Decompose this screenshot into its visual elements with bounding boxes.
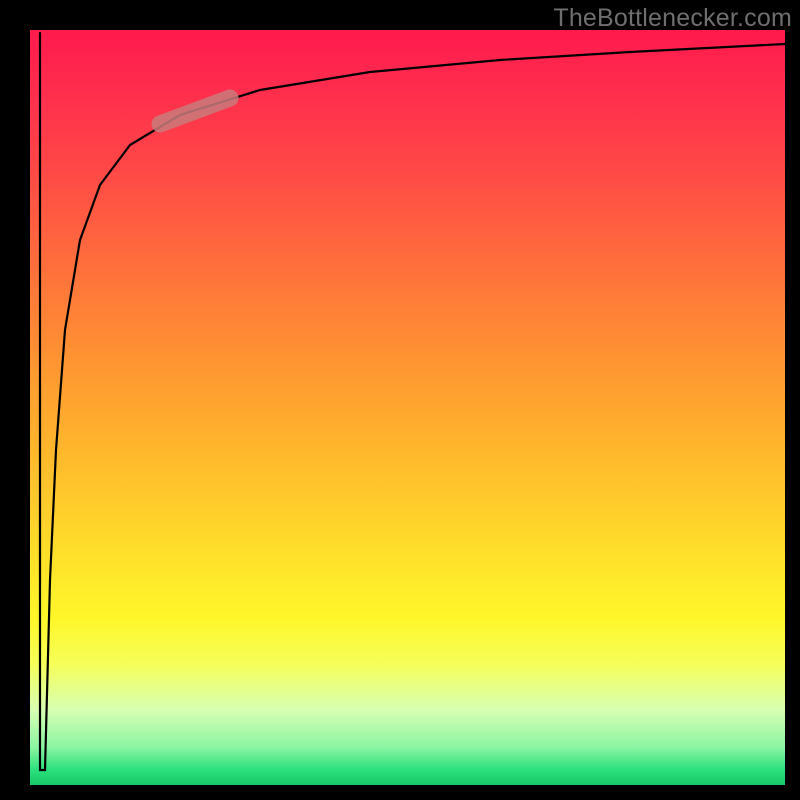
chart-frame: TheBottlenecker.com bbox=[0, 0, 800, 800]
curve-highlight bbox=[160, 98, 230, 124]
watermark-text: TheBottlenecker.com bbox=[553, 4, 792, 33]
curve-layer bbox=[30, 30, 785, 785]
bottleneck-curve bbox=[40, 33, 785, 770]
plot-area bbox=[30, 30, 785, 785]
